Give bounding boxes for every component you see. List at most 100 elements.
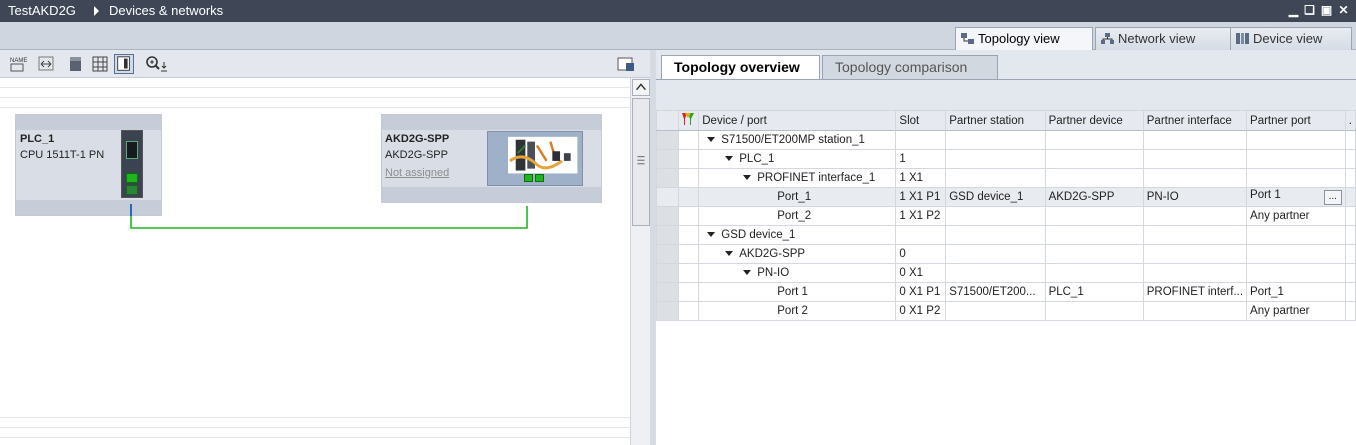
maximize-icon[interactable]: ▣ <box>1320 4 1333 17</box>
cell-slot[interactable] <box>895 225 947 245</box>
row-gutter[interactable] <box>655 244 680 264</box>
table-row[interactable]: PLC_1 1 <box>655 149 1356 169</box>
cell-partner-station[interactable]: GSD device_1 <box>945 187 1046 207</box>
fit-icon[interactable] <box>37 54 57 74</box>
name-toggle-icon[interactable]: NAME <box>8 54 28 74</box>
cell-partner-port[interactable]: Any partner <box>1246 301 1346 321</box>
panel-layout-icon[interactable] <box>616 54 636 74</box>
cell-partner-interface[interactable] <box>1142 168 1248 188</box>
tab-device-view[interactable]: Device view <box>1230 27 1352 50</box>
tab-network-view[interactable]: Network view <box>1095 27 1233 50</box>
cell-partner-device[interactable] <box>1044 206 1144 226</box>
cell-partner-interface[interactable] <box>1142 130 1248 150</box>
cell-partner-port[interactable]: Any partner <box>1246 206 1346 226</box>
column-header-device-port[interactable]: Device / port <box>698 110 897 131</box>
scroll-up-icon[interactable] <box>632 79 650 96</box>
scroll-thumb[interactable] <box>632 98 650 226</box>
expand-toggle-icon[interactable] <box>725 156 734 162</box>
row-gutter[interactable] <box>655 301 680 321</box>
cell-device-port[interactable]: Port_1 <box>698 187 897 207</box>
tab-topology-comparison[interactable]: Topology comparison <box>822 55 998 79</box>
cell-device-port[interactable]: PROFINET interface_1 <box>698 168 897 188</box>
topology-connection[interactable] <box>0 78 630 445</box>
cell-slot[interactable]: 1 X1 P2 <box>895 206 947 226</box>
cell-slot[interactable]: 1 X1 <box>895 168 947 188</box>
table-row[interactable]: PN-IO 0 X1 <box>655 263 1356 283</box>
cell-partner-interface[interactable] <box>1142 149 1248 169</box>
partner-port-browse-button[interactable]: ... <box>1323 190 1342 205</box>
cell-partner-station[interactable] <box>945 244 1046 264</box>
cell-partner-interface[interactable]: PROFINET interf... <box>1142 282 1248 302</box>
cell-partner-port[interactable] <box>1246 130 1346 150</box>
column-header-partner-station[interactable]: Partner station <box>945 110 1046 131</box>
cell-partner-port[interactable]: ... Port 1 <box>1246 187 1346 207</box>
expand-toggle-icon[interactable] <box>707 137 716 143</box>
cell-device-port[interactable]: PLC_1 <box>698 149 897 169</box>
row-gutter[interactable] <box>655 263 680 283</box>
cell-partner-station[interactable] <box>945 263 1046 283</box>
expand-toggle-icon[interactable] <box>707 232 716 238</box>
table-row[interactable]: Port 2 0 X1 P2 Any partner <box>655 301 1356 321</box>
cell-partner-device[interactable] <box>1044 168 1144 188</box>
cell-device-port[interactable]: PN-IO <box>698 263 897 283</box>
cell-slot[interactable]: 1 <box>895 149 947 169</box>
column-header-slot[interactable]: Slot <box>895 110 947 131</box>
table-row[interactable]: Port_2 1 X1 P2 Any partner <box>655 206 1356 226</box>
topology-table[interactable]: Device / port Slot Partner station Partn… <box>655 110 1356 445</box>
tab-topology-view[interactable]: Topology view <box>955 27 1093 50</box>
cell-partner-port[interactable] <box>1246 168 1346 188</box>
expand-toggle-icon[interactable] <box>725 251 734 257</box>
cell-slot[interactable]: 0 X1 P2 <box>895 301 947 321</box>
cell-partner-interface[interactable] <box>1142 244 1248 264</box>
row-gutter[interactable] <box>655 225 680 245</box>
cell-device-port[interactable]: GSD device_1 <box>698 225 897 245</box>
row-gutter[interactable] <box>655 282 680 302</box>
cell-slot[interactable]: 1 X1 P1 <box>895 187 947 207</box>
minimize-icon[interactable]: ▁ <box>1287 4 1300 17</box>
cell-partner-interface[interactable] <box>1142 301 1248 321</box>
cell-slot[interactable] <box>895 130 947 150</box>
cell-device-port[interactable]: Port 2 <box>698 301 897 321</box>
cell-device-port[interactable]: S71500/ET200MP station_1 <box>698 130 897 150</box>
cell-partner-station[interactable] <box>945 130 1046 150</box>
cell-partner-device[interactable] <box>1044 244 1144 264</box>
row-gutter[interactable] <box>655 130 680 150</box>
float-icon[interactable]: ❏ <box>1303 4 1316 17</box>
page-break-icon[interactable] <box>66 54 86 74</box>
zoom-icon[interactable] <box>144 54 170 74</box>
cell-device-port[interactable]: AKD2G-SPP <box>698 244 897 264</box>
cell-partner-port[interactable] <box>1246 244 1346 264</box>
close-icon[interactable]: ✕ <box>1337 4 1350 17</box>
cell-partner-port[interactable]: Port_1 <box>1246 282 1346 302</box>
cell-slot[interactable]: 0 X1 <box>895 263 947 283</box>
cell-partner-port[interactable] <box>1246 149 1346 169</box>
cell-partner-interface[interactable] <box>1142 206 1248 226</box>
filter-icon[interactable] <box>678 110 700 131</box>
cell-partner-device[interactable] <box>1044 225 1144 245</box>
grid-icon[interactable] <box>90 54 110 74</box>
cell-partner-device[interactable]: AKD2G-SPP <box>1044 187 1144 207</box>
cell-partner-interface[interactable] <box>1142 225 1248 245</box>
row-gutter[interactable] <box>655 187 680 207</box>
cell-partner-device[interactable]: PLC_1 <box>1044 282 1144 302</box>
row-gutter[interactable] <box>655 168 680 188</box>
table-row[interactable]: Port_1 1 X1 P1 GSD device_1 AKD2G-SPP PN-IO.… <box>655 187 1356 207</box>
cell-slot[interactable]: 0 <box>895 244 947 264</box>
cell-partner-device[interactable] <box>1044 130 1144 150</box>
cell-partner-interface[interactable]: PN-IO <box>1142 187 1248 207</box>
cell-partner-station[interactable] <box>945 168 1046 188</box>
cell-partner-station[interactable] <box>945 301 1046 321</box>
canvas-vertical-scrollbar[interactable] <box>630 78 650 445</box>
topology-canvas[interactable]: PLC_1 CPU 1511T-1 PN AKD2G-SPP AKD2G-SPP… <box>0 78 630 445</box>
cell-partner-port[interactable] <box>1246 225 1346 245</box>
cell-partner-device[interactable] <box>1044 301 1144 321</box>
table-row[interactable]: GSD device_1 <box>655 225 1356 245</box>
tab-topology-overview[interactable]: Topology overview <box>661 55 820 79</box>
cell-partner-interface[interactable] <box>1142 263 1248 283</box>
cell-partner-device[interactable] <box>1044 149 1144 169</box>
cell-partner-station[interactable] <box>945 206 1046 226</box>
table-row[interactable]: S71500/ET200MP station_1 <box>655 130 1356 150</box>
cell-partner-station[interactable] <box>945 149 1046 169</box>
breadcrumb-project[interactable]: TestAKD2G <box>8 3 76 18</box>
table-row[interactable]: PROFINET interface_1 1 X1 <box>655 168 1356 188</box>
